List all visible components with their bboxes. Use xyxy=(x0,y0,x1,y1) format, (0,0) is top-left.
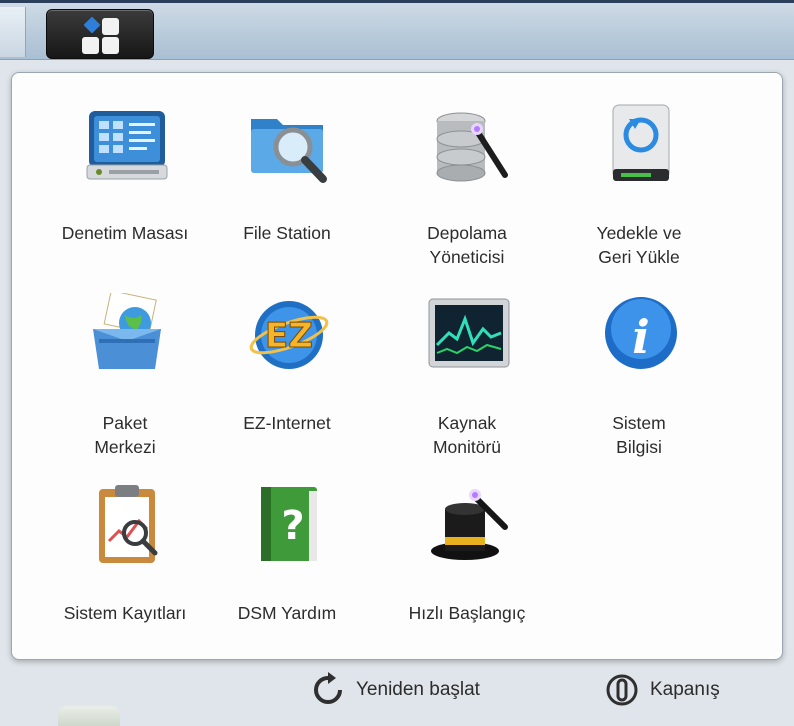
package-center-icon xyxy=(93,293,161,369)
taskbar xyxy=(0,0,794,60)
app-ez-internet[interactable]: EZ EZ-Internet xyxy=(202,293,372,453)
app-hizli-baslangic[interactable]: Hızlı Başlangıç xyxy=(382,483,552,643)
main-menu-button[interactable] xyxy=(46,9,154,59)
app-label: Yedekle ve Geri Yükle xyxy=(596,223,682,267)
log-clipboard-icon xyxy=(99,485,158,563)
folder-search-icon xyxy=(251,119,327,183)
storage-manager-icon xyxy=(436,112,508,182)
shutdown-label: Kapanış xyxy=(650,679,720,700)
app-denetim-masasi[interactable]: Denetim Masası xyxy=(40,103,210,263)
app-label: Sistem Kayıtları xyxy=(63,603,187,623)
app-depolama-yoneticisi[interactable]: Depolama Yöneticisi xyxy=(382,103,552,267)
restart-label: Yeniden başlat xyxy=(356,679,480,700)
show-desktop-tab[interactable] xyxy=(0,7,26,57)
restart-button[interactable]: Yeniden başlat xyxy=(310,672,480,708)
power-icon xyxy=(606,674,638,706)
app-sistem-bilgisi[interactable]: i Sistem Bilgisi xyxy=(554,293,724,457)
svg-text:?: ? xyxy=(281,503,304,549)
app-label: DSM Yardım xyxy=(237,603,337,623)
app-yedekle[interactable]: Yedekle ve Geri Yükle xyxy=(554,103,724,267)
help-book-icon: ? xyxy=(261,487,317,561)
app-file-station[interactable]: File Station xyxy=(202,103,372,263)
svg-text:i: i xyxy=(632,310,649,364)
app-label: Sistem Bilgisi xyxy=(612,413,666,457)
app-label: Paket Merkezi xyxy=(94,413,156,457)
app-kaynak-monitoru[interactable]: Kaynak Monitörü xyxy=(382,293,552,457)
app-label: EZ-Internet xyxy=(243,413,331,433)
app-sistem-kayitlari[interactable]: Sistem Kayıtları xyxy=(40,483,210,643)
ez-internet-icon: EZ xyxy=(249,301,329,369)
backup-restore-icon xyxy=(612,104,670,181)
resource-monitor-icon xyxy=(428,298,510,368)
restart-icon xyxy=(314,672,342,704)
main-menu-grid-icon xyxy=(82,16,119,54)
desktop-icon-partial xyxy=(58,706,120,726)
app-label: Kaynak Monitörü xyxy=(432,413,502,457)
magic-hat-icon xyxy=(431,489,508,560)
app-label: Hızlı Başlangıç xyxy=(408,603,526,623)
shutdown-button[interactable]: Kapanış xyxy=(604,672,720,708)
app-dsm-yardim[interactable]: ? DSM Yardım xyxy=(202,483,372,643)
app-paket-merkezi[interactable]: Paket Merkezi xyxy=(40,293,210,457)
control-panel-icon xyxy=(86,111,168,180)
info-icon: i xyxy=(605,297,677,369)
app-label: File Station xyxy=(243,223,331,243)
svg-text:EZ: EZ xyxy=(265,316,313,356)
main-menu-panel: Denetim Masası File Station Depolama Yön… xyxy=(11,72,783,660)
app-label: Denetim Masası xyxy=(61,223,189,243)
app-label: Depolama Yöneticisi xyxy=(427,223,507,267)
